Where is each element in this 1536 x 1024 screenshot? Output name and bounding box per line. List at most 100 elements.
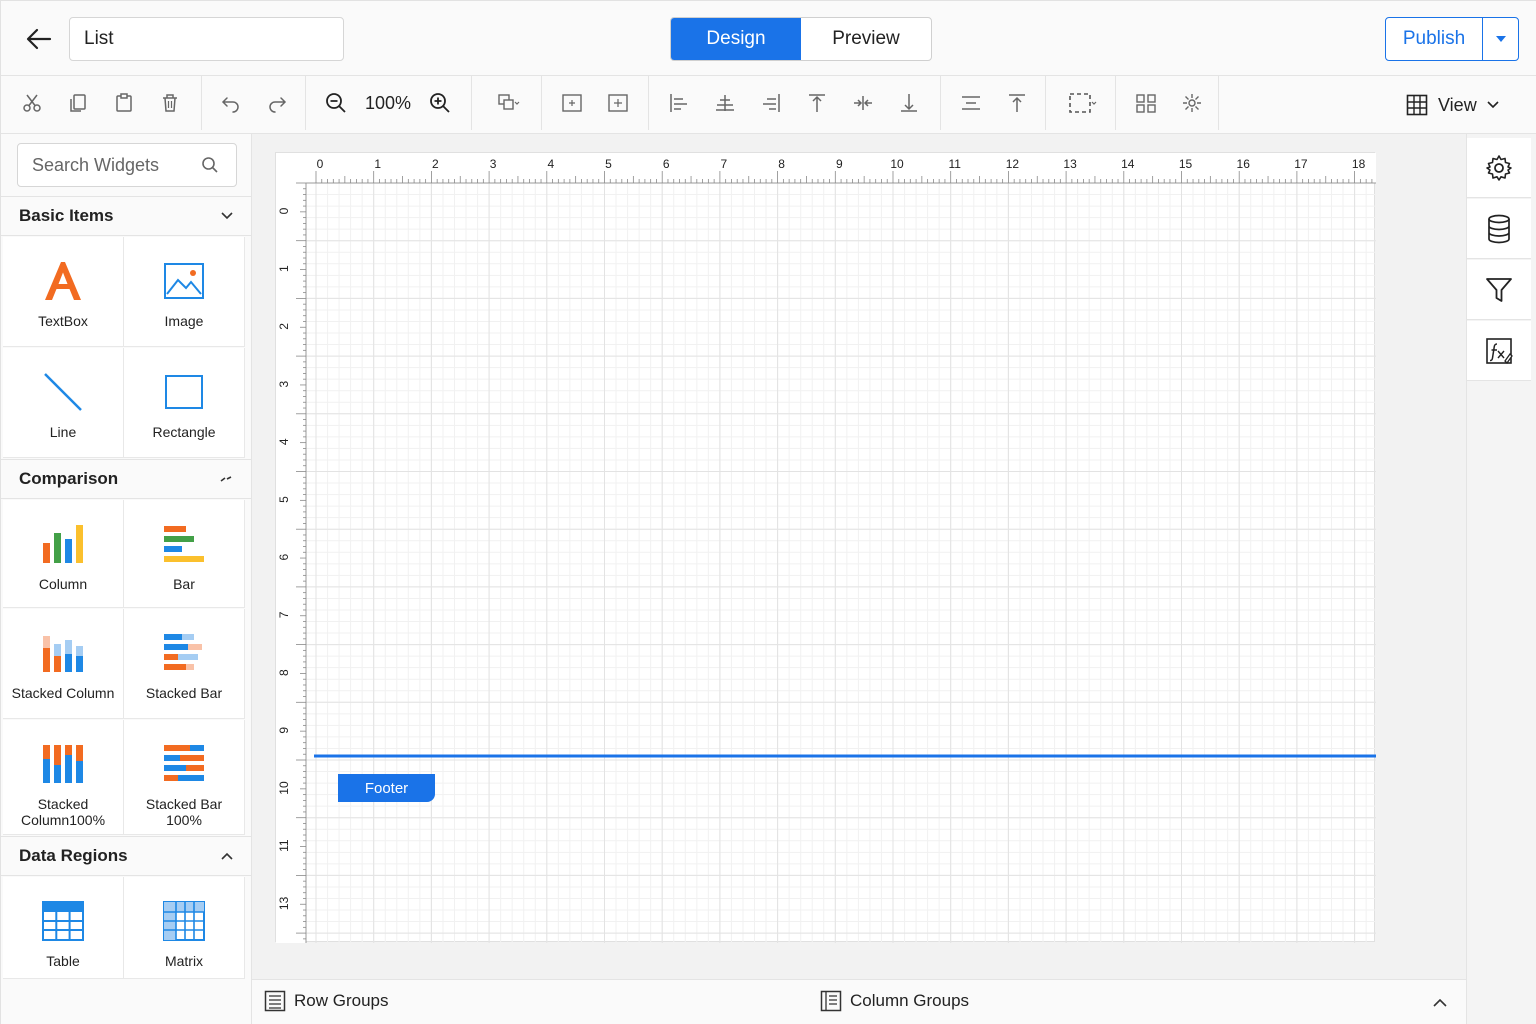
- distribute-horizontal-button[interactable]: [948, 80, 994, 126]
- section-basic-items[interactable]: Basic Items: [1, 196, 251, 236]
- report-name-input[interactable]: [69, 17, 344, 61]
- chevron-down-icon: [221, 212, 233, 220]
- section-title: Comparison: [19, 469, 119, 488]
- toolbar-history-group: [208, 76, 306, 130]
- delete-button[interactable]: [147, 80, 193, 126]
- ruler-y-label: 7: [277, 611, 291, 618]
- widget-rectangle[interactable]: Rectangle: [124, 348, 245, 458]
- search-icon[interactable]: [198, 153, 222, 177]
- align-right-button[interactable]: [748, 80, 794, 126]
- publish-split-button: Publish: [1385, 17, 1519, 61]
- select-button[interactable]: [1053, 80, 1113, 126]
- distribute-top-button[interactable]: [994, 80, 1040, 126]
- back-button[interactable]: [21, 23, 57, 55]
- footer-section-tag[interactable]: Footer: [338, 774, 435, 802]
- chevron-up-icon: [1433, 999, 1447, 1007]
- section-data-regions[interactable]: Data Regions: [1, 836, 251, 876]
- stacked-bar-100-chart-icon: [162, 740, 206, 788]
- ruler-x-label: 10: [890, 157, 904, 171]
- align-center-icon: [716, 95, 734, 111]
- size-icon: [1136, 94, 1156, 113]
- chevron-down-icon: [1487, 101, 1499, 109]
- widget-stacked-column-100-chart[interactable]: Stacked Column100%: [3, 720, 124, 835]
- image-icon: [163, 257, 205, 305]
- ruler-y-label: 13: [277, 896, 291, 910]
- column-groups-button[interactable]: Column Groups: [820, 990, 969, 1012]
- widget-table[interactable]: Table: [3, 877, 124, 979]
- ruler-y-label: 5: [277, 496, 291, 503]
- arrow-left-icon: [26, 28, 52, 50]
- data-button[interactable]: [1467, 199, 1531, 259]
- matrix-icon: [163, 897, 205, 945]
- group-button[interactable]: [1169, 80, 1215, 126]
- section-comparison[interactable]: Comparison: [1, 459, 251, 499]
- mode-switch: Design Preview: [670, 17, 932, 61]
- align-middle-button[interactable]: [840, 80, 886, 126]
- widget-stacked-column-chart[interactable]: Stacked Column: [3, 609, 124, 719]
- textbox-icon: [41, 257, 85, 305]
- view-label: View: [1438, 94, 1477, 115]
- ruler-x-label: 18: [1352, 157, 1366, 171]
- ruler-y-label: 8: [277, 669, 291, 676]
- zoom-level[interactable]: 100%: [359, 93, 417, 114]
- select-icon: [1069, 93, 1097, 113]
- widget-stacked-bar-chart[interactable]: Stacked Bar: [124, 609, 245, 719]
- design-canvas-area: 0 1 2 3 4 5 6 7 8 9 10 11 12 13 14 15 16 17 18 0 1 2 3 4 5 6 7 8 9 10…: [252, 134, 1466, 979]
- ruler-x-label: 6: [663, 157, 670, 171]
- cut-button[interactable]: [9, 80, 55, 126]
- search-input[interactable]: [18, 154, 198, 176]
- widget-image[interactable]: Image: [124, 237, 245, 347]
- zoom-out-button[interactable]: [313, 80, 359, 126]
- view-menu-button[interactable]: View: [1406, 88, 1499, 122]
- widget-line[interactable]: Line: [3, 348, 124, 458]
- align-bottom-icon: [901, 94, 917, 112]
- ruler-x-label: 9: [836, 157, 843, 171]
- parameters-button[interactable]: [1467, 321, 1531, 381]
- arrange-button[interactable]: [478, 80, 538, 126]
- design-surface[interactable]: 0 1 2 3 4 5 6 7 8 9 10 11 12 13 14 15 16 17 18 0 1 2 3 4 5 6 7 8 9 10…: [275, 152, 1376, 943]
- copy-button[interactable]: [55, 80, 101, 126]
- size-button[interactable]: [1123, 80, 1169, 126]
- align-bottom-button[interactable]: [886, 80, 932, 126]
- tab-preview[interactable]: Preview: [801, 18, 931, 60]
- align-left-icon: [670, 94, 687, 112]
- undo-button[interactable]: [208, 80, 254, 126]
- snap-to-lines-button[interactable]: [595, 80, 641, 126]
- tab-design[interactable]: Design: [671, 18, 801, 60]
- paste-icon: [116, 93, 132, 112]
- ruler-x-label: 5: [605, 157, 612, 171]
- ruler-x-label: 8: [778, 157, 785, 171]
- row-groups-button[interactable]: Row Groups: [264, 990, 388, 1012]
- collapse-groups-button[interactable]: [1428, 992, 1452, 1014]
- ruler-y-label: 4: [277, 438, 291, 445]
- properties-button[interactable]: [1467, 138, 1531, 198]
- ruler-x-label: 3: [490, 157, 497, 171]
- toolbar-align-group: [656, 76, 941, 130]
- widget-column-chart[interactable]: Column: [3, 500, 124, 608]
- redo-button[interactable]: [254, 80, 300, 126]
- publish-dropdown-button[interactable]: [1483, 18, 1518, 60]
- widget-textbox[interactable]: TextBox: [3, 237, 124, 347]
- filter-button[interactable]: [1467, 260, 1531, 320]
- ruler-y-label: 2: [277, 323, 291, 330]
- zoom-in-button[interactable]: [417, 80, 463, 126]
- align-center-button[interactable]: [702, 80, 748, 126]
- properties-panel: [1466, 134, 1536, 1024]
- snap-grid-icon: [562, 94, 582, 112]
- widget-bar-chart[interactable]: Bar: [124, 500, 245, 608]
- chevron-up-icon: [221, 852, 233, 860]
- toolbar-select-group: [1053, 76, 1116, 130]
- zoom-in-icon: [430, 93, 450, 113]
- ruler-x-label: 17: [1294, 157, 1308, 171]
- snap-to-grid-button[interactable]: [549, 80, 595, 126]
- filter-icon: [1486, 277, 1512, 302]
- widget-stacked-bar-100-chart[interactable]: Stacked Bar 100%: [124, 720, 245, 835]
- ruler-y-label: 3: [277, 380, 291, 387]
- align-top-button[interactable]: [794, 80, 840, 126]
- align-left-button[interactable]: [656, 80, 702, 126]
- ruler-x-label: 16: [1237, 157, 1251, 171]
- publish-button[interactable]: Publish: [1386, 18, 1483, 60]
- widget-matrix[interactable]: Matrix: [124, 877, 245, 979]
- ruler-x-label: 11: [948, 157, 961, 171]
- paste-button[interactable]: [101, 80, 147, 126]
